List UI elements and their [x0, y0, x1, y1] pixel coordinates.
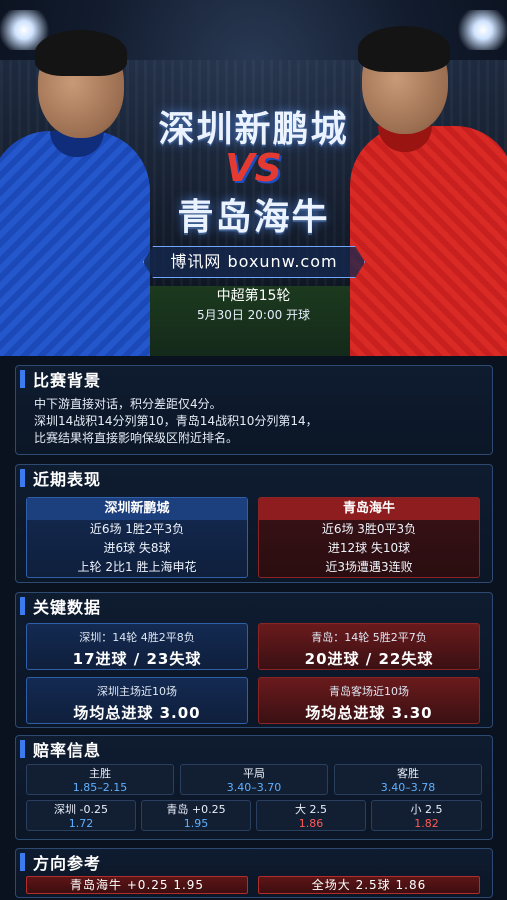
background-line: 比赛结果将直接影响保级区附近排名。 [34, 431, 239, 445]
background-line: 中下游直接对话，积分差距仅4分。 [34, 397, 222, 411]
odds-label: 大 2.5 [295, 803, 327, 816]
odds-value: 1.82 [414, 817, 439, 830]
away-record-card: 青岛：14轮 5胜2平7负 20进球 / 22失球 [258, 623, 480, 670]
form-panel: 近期表现 深圳新鹏城 近6场 1胜2平3负 进6球 失8球 上轮 2比1 胜上海… [15, 464, 493, 583]
odds-label: 主胜 [89, 767, 111, 780]
background-title: 比赛背景 [33, 371, 102, 390]
away-form-line: 进12球 失10球 [327, 541, 411, 555]
panel-header: 比赛背景 [16, 366, 492, 392]
section-marker [20, 370, 25, 388]
home-form-line: 近6场 1胜2平3负 [89, 522, 185, 536]
away-team-title: 青岛海牛 [177, 197, 330, 238]
odds-value: 1.72 [68, 817, 94, 830]
section-marker [20, 597, 25, 615]
panel-header: 近期表现 [16, 465, 492, 491]
odds-home-win[interactable]: 主胜 1.85–2.15 [26, 764, 174, 795]
away-record: 青岛：14轮 5胜2平7负 [311, 631, 427, 644]
home-goals: 17进球 / 23失球 [72, 650, 202, 668]
vs-label: VS [225, 146, 282, 190]
round-label: 中超第15轮 [216, 288, 291, 304]
odds-label: 客胜 [397, 767, 419, 780]
odds-value: 1.95 [183, 817, 209, 830]
hero-banner: 深圳新鹏城 VS 青岛海牛 博讯网 boxunw.com 中超第15轮 5月30… [0, 0, 507, 356]
odds-under[interactable]: 小 2.5 1.82 [371, 800, 482, 831]
panel-header: 关键数据 [16, 593, 492, 619]
odds-draw[interactable]: 平局 3.40–3.70 [180, 764, 328, 795]
odds-value: 3.40–3.70 [226, 781, 282, 794]
home-record: 深圳：14轮 4胜2平8负 [79, 631, 195, 644]
home-recent-value: 场均总进球 3.00 [73, 704, 201, 722]
home-recent-label: 深圳主场近10场 [97, 685, 177, 698]
odds-label: 深圳 -0.25 [54, 803, 108, 816]
kickoff-time: 5月30日 20:00 开球 [196, 308, 311, 322]
away-recent-label: 青岛客场近10场 [329, 685, 409, 698]
away-recent-value: 场均总进球 3.30 [305, 704, 433, 722]
odds-label: 小 2.5 [410, 803, 443, 816]
away-form-card: 青岛海牛 近6场 3胜0平3负 进12球 失10球 近3场遭遇3连败 [258, 497, 480, 578]
pick-handicap[interactable]: 青岛海牛 +0.25 1.95 [26, 876, 248, 894]
odds-value: 1.86 [298, 817, 324, 830]
away-form-line: 近6场 3胜0平3负 [321, 522, 417, 536]
pick-total[interactable]: 全场大 2.5球 1.86 [258, 876, 480, 894]
odds-value: 3.40–3.78 [380, 781, 436, 794]
direction-panel: 方向参考 青岛海牛 +0.25 1.95 全场大 2.5球 1.86 [15, 848, 493, 898]
away-form-name: 青岛海牛 [259, 498, 479, 520]
section-marker [20, 469, 25, 487]
odds-panel: 赔率信息 主胜 1.85–2.15 平局 3.40–3.70 客胜 3.40–3… [15, 735, 493, 840]
section-marker [20, 853, 25, 871]
odds-label: 青岛 +0.25 [166, 803, 226, 816]
away-form-line: 近3场遭遇3连败 [325, 560, 413, 574]
key-stats-title: 关键数据 [33, 598, 102, 617]
home-form-name: 深圳新鹏城 [27, 498, 247, 520]
odds-value: 1.85–2.15 [72, 781, 128, 794]
background-panel: 比赛背景 中下游直接对话，积分差距仅4分。 深圳14战积14分列第10，青岛14… [15, 365, 493, 455]
background-text: 中下游直接对话，积分差距仅4分。 深圳14战积14分列第10，青岛14战积10分… [16, 392, 492, 447]
form-title: 近期表现 [33, 470, 102, 489]
section-marker [20, 740, 25, 758]
home-form-card: 深圳新鹏城 近6场 1胜2平3负 进6球 失8球 上轮 2比1 胜上海申花 [26, 497, 248, 578]
away-goals: 20进球 / 22失球 [304, 650, 434, 668]
away-recent-card: 青岛客场近10场 场均总进球 3.30 [258, 677, 480, 724]
home-form-line: 进6球 失8球 [103, 541, 171, 555]
odds-label: 平局 [243, 767, 265, 780]
home-team-title: 深圳新鹏城 [158, 109, 349, 150]
direction-title: 方向参考 [33, 854, 102, 873]
odds-title: 赔率信息 [33, 741, 102, 760]
odds-away-win[interactable]: 客胜 3.40–3.78 [334, 764, 482, 795]
home-form-line: 上轮 2比1 胜上海申花 [77, 560, 197, 574]
panel-header: 赔率信息 [16, 736, 492, 762]
home-record-card: 深圳：14轮 4胜2平8负 17进球 / 23失球 [26, 623, 248, 670]
background-line: 深圳14战积14分列第10，青岛14战积10分列第14， [34, 414, 318, 428]
odds-over[interactable]: 大 2.5 1.86 [256, 800, 366, 831]
key-stats-panel: 关键数据 深圳：14轮 4胜2平8负 17进球 / 23失球 青岛：14轮 5胜… [15, 592, 493, 728]
odds-handicap-home[interactable]: 深圳 -0.25 1.72 [26, 800, 136, 831]
panel-header: 方向参考 [16, 849, 492, 875]
home-recent-card: 深圳主场近10场 场均总进球 3.00 [26, 677, 248, 724]
site-badge[interactable]: 博讯网 boxunw.com [143, 246, 365, 278]
odds-handicap-away[interactable]: 青岛 +0.25 1.95 [141, 800, 251, 831]
